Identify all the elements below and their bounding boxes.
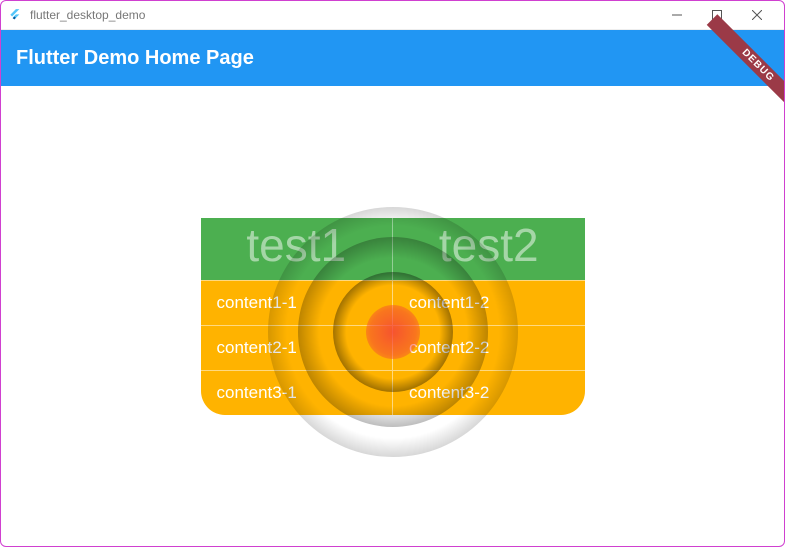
table-cell: content1-1 [201, 281, 394, 325]
page-body: test1 test2 content1-1 content1-2 conten… [0, 86, 785, 547]
table-cell: content1-2 [393, 281, 585, 325]
table-cell: content2-2 [393, 326, 585, 370]
table-cell: content3-1 [201, 371, 394, 415]
table-row: content1-1 content1-2 [201, 280, 585, 325]
table-header-cell: test1 [201, 218, 394, 280]
minimize-button[interactable] [657, 0, 697, 30]
data-table: test1 test2 content1-1 content1-2 conten… [201, 218, 585, 415]
app-bar: Flutter Demo Home Page DEBUG [0, 30, 785, 86]
window-titlebar: flutter_desktop_demo [0, 0, 785, 30]
table-header-row: test1 test2 [201, 218, 585, 280]
debug-banner-label: DEBUG [740, 47, 777, 84]
table-row: content3-1 content3-2 [201, 370, 585, 415]
table-cell: content2-1 [201, 326, 394, 370]
close-button[interactable] [737, 0, 777, 30]
table-cell: content3-2 [393, 371, 585, 415]
flutter-logo-icon [8, 8, 22, 22]
window-title: flutter_desktop_demo [30, 8, 657, 22]
table-row: content2-1 content2-2 [201, 325, 585, 370]
table-header-cell: test2 [393, 218, 585, 280]
app-bar-title: Flutter Demo Home Page [16, 47, 254, 70]
